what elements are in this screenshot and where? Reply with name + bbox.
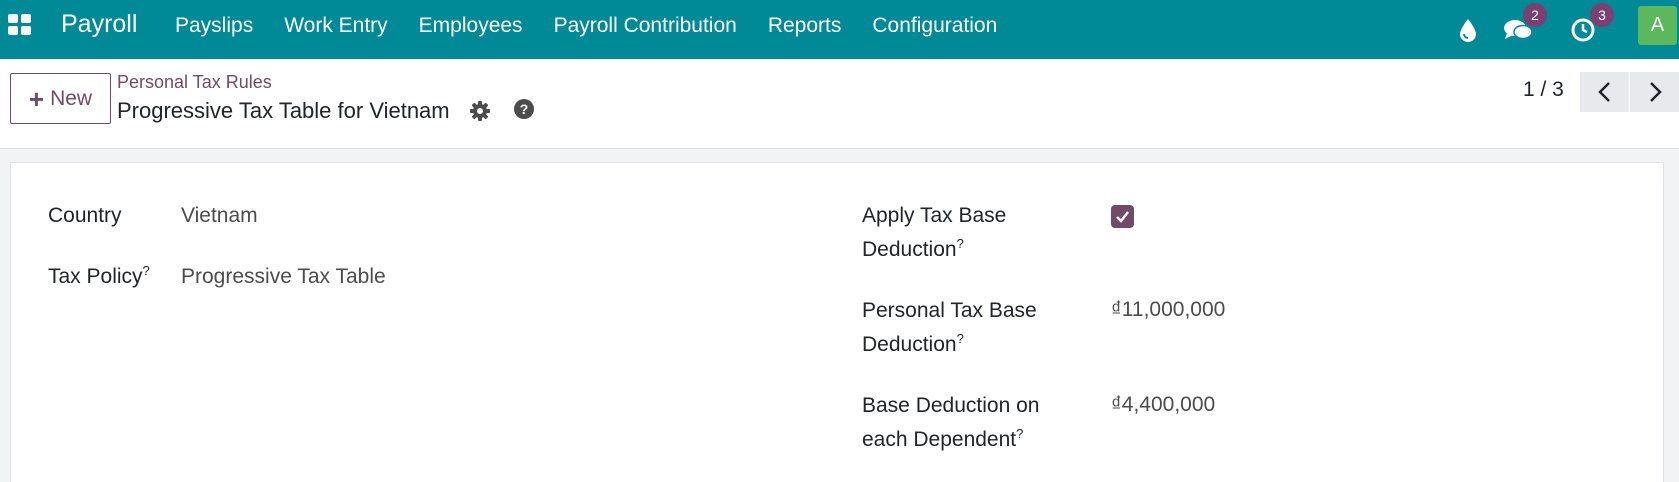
help-icon[interactable]: ? [513, 98, 535, 120]
plus-icon: + [28, 83, 45, 114]
chevron-right-icon [1649, 82, 1662, 102]
menu-work-entry[interactable]: Work Entry [284, 14, 387, 38]
apply-tax-base-deduction-label: Apply Tax Base Deduction? [862, 204, 1007, 261]
messages-badge: 2 [1523, 3, 1547, 27]
menu-payroll-contribution[interactable]: Payroll Contribution [554, 14, 737, 38]
help-tooltip-mark[interactable]: ? [957, 236, 964, 251]
top-navbar: Payroll Payslips Work Entry Employees Pa… [0, 0, 1679, 59]
new-button-label: New [50, 86, 93, 110]
menu-reports[interactable]: Reports [768, 14, 842, 38]
tax-policy-label: Tax Policy? [48, 263, 150, 288]
pager-next-button[interactable] [1630, 72, 1679, 112]
personal-tax-base-deduction-field[interactable]: ₫11,000,000 [1111, 293, 1225, 327]
tax-policy-field[interactable]: Progressive Tax Table [181, 260, 386, 294]
menu-configuration[interactable]: Configuration [872, 14, 997, 38]
menu-payslips[interactable]: Payslips [175, 14, 253, 38]
menu-employees[interactable]: Employees [419, 14, 523, 38]
help-tooltip-mark[interactable]: ? [957, 331, 964, 346]
drop-icon[interactable] [1455, 0, 1481, 59]
pager-previous-button[interactable] [1580, 72, 1629, 112]
help-tooltip-mark[interactable]: ? [143, 263, 150, 278]
pager-value[interactable]: 1 / 3 [1523, 78, 1564, 102]
app-name[interactable]: Payroll [61, 10, 137, 39]
main-menu: Payslips Work Entry Employees Payroll Co… [175, 14, 1028, 38]
chevron-left-icon [1597, 82, 1610, 102]
country-label: Country [48, 204, 122, 227]
apps-icon[interactable] [8, 14, 34, 38]
new-button[interactable]: + New [10, 73, 111, 124]
base-deduction-each-dependent-field[interactable]: ₫4,400,000 [1111, 388, 1215, 422]
control-panel: + New Personal Tax Rules Progressive Tax… [0, 59, 1679, 149]
country-field[interactable]: Vietnam [181, 199, 258, 233]
svg-text:?: ? [520, 101, 529, 117]
apply-tax-base-deduction-checkbox[interactable] [1111, 205, 1134, 228]
breadcrumb-personal-tax-rules[interactable]: Personal Tax Rules [117, 72, 272, 93]
record-title: Progressive Tax Table for Vietnam [117, 98, 450, 123]
help-tooltip-mark[interactable]: ? [1016, 426, 1023, 441]
base-deduction-each-dependent-label: Base Deduction on each Dependent? [862, 394, 1040, 451]
check-icon [1116, 211, 1129, 223]
user-avatar[interactable]: A [1638, 6, 1677, 45]
gear-icon[interactable] [468, 99, 492, 123]
activities-badge: 3 [1590, 3, 1614, 27]
form-sheet: Country Vietnam Tax Policy? Progressive … [10, 162, 1664, 482]
personal-tax-base-deduction-label: Personal Tax Base Deduction? [862, 299, 1037, 356]
